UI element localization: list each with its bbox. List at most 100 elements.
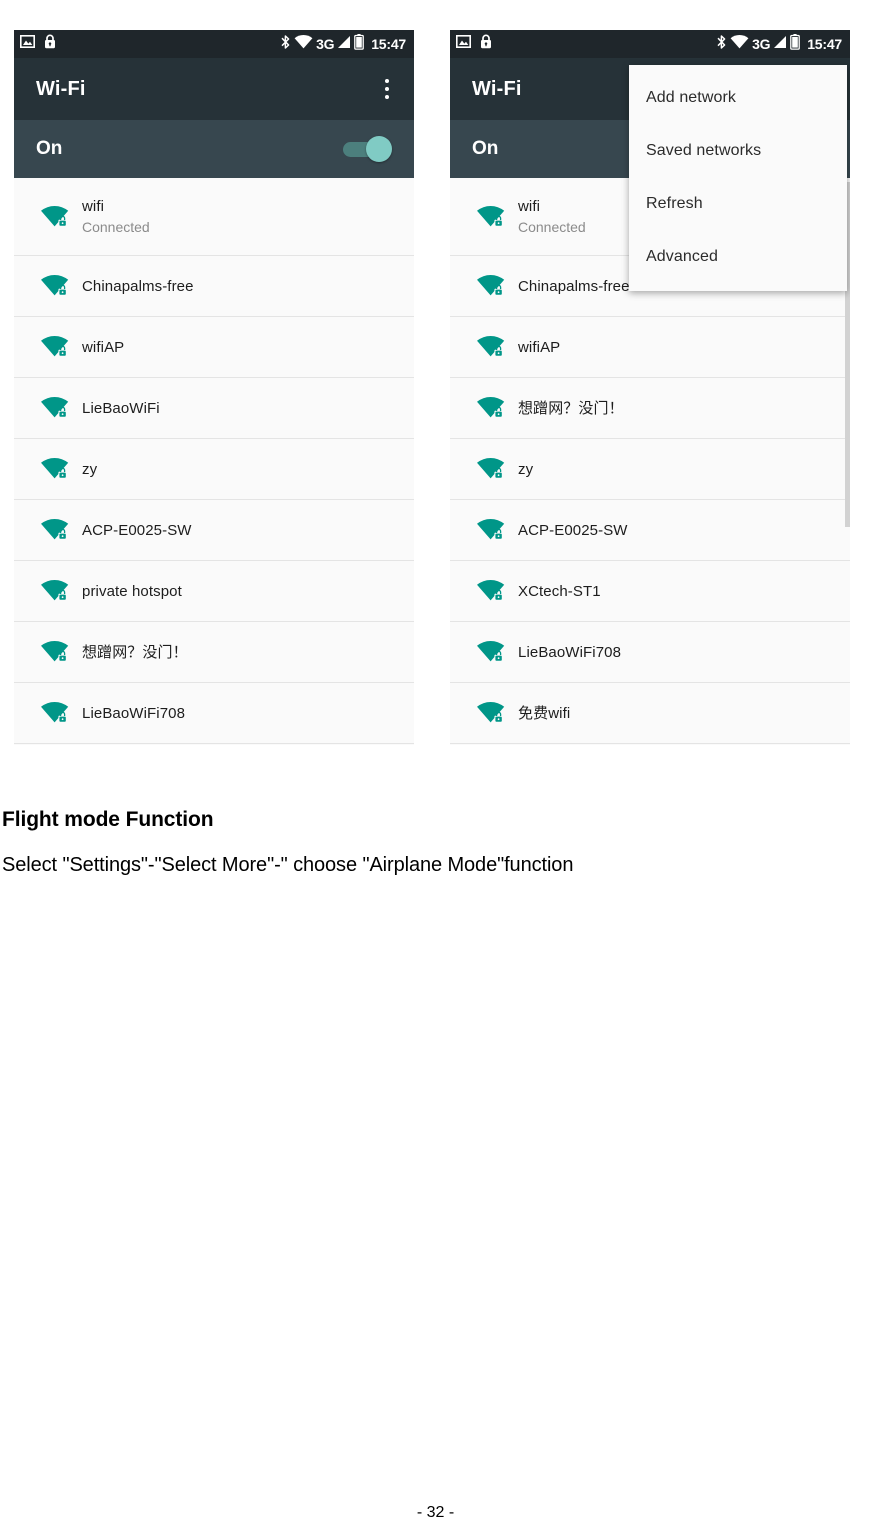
wifi-secured-icon bbox=[28, 205, 82, 229]
network-text: zy bbox=[82, 460, 97, 479]
wifi-secured-icon bbox=[28, 274, 82, 298]
network-list-item[interactable]: private hotspot bbox=[14, 561, 414, 622]
network-text: ACP-E0025-SW bbox=[82, 521, 192, 540]
status-bar-left-icons bbox=[20, 34, 56, 54]
bluetooth-icon bbox=[716, 34, 727, 55]
section-heading: Flight mode Function bbox=[2, 808, 214, 831]
wifi-secured-icon bbox=[28, 396, 82, 420]
network-list-item[interactable]: wifi Connected bbox=[14, 178, 414, 256]
page-title: Wi-Fi bbox=[472, 77, 522, 100]
network-ssid: ACP-E0025-SW bbox=[82, 521, 192, 539]
lock-icon bbox=[44, 34, 56, 54]
status-bar-left-icons bbox=[456, 34, 492, 54]
network-ssid: Chinapalms-free bbox=[518, 277, 630, 295]
page-number-footer: - 32 - bbox=[416, 1504, 455, 1521]
network-list-item[interactable]: LieBaoWiFi708 bbox=[14, 683, 414, 744]
network-list-item[interactable]: Chinapalms-free bbox=[14, 256, 414, 317]
network-ssid: private hotspot bbox=[82, 582, 182, 600]
network-list-item[interactable]: zy bbox=[14, 439, 414, 500]
network-text: wifi Connected bbox=[82, 197, 150, 237]
wifi-secured-icon bbox=[28, 701, 82, 725]
network-list-item[interactable]: ACP-E0025-SW bbox=[14, 500, 414, 561]
network-ssid: 想蹭网？没门！ bbox=[82, 643, 188, 661]
network-list-item[interactable]: ACP-E0025-SW bbox=[450, 500, 850, 561]
wifi-toggle-row[interactable]: On bbox=[14, 120, 414, 178]
network-ssid: zy bbox=[82, 460, 98, 478]
network-text: LieBaoWiFi bbox=[82, 399, 160, 418]
network-ssid: LieBaoWiFi bbox=[82, 399, 160, 417]
network-ssid: 想蹭网？没门！ bbox=[518, 399, 624, 417]
battery-icon bbox=[790, 33, 801, 55]
overflow-dropdown-menu[interactable]: Add network Saved networks Refresh Advanced bbox=[629, 65, 847, 291]
page-title: Wi-Fi bbox=[36, 77, 86, 100]
wifi-icon bbox=[294, 34, 313, 54]
network-ssid: LieBaoWiFi708 bbox=[518, 643, 622, 661]
signal-icon bbox=[773, 35, 787, 54]
network-ssid: XCtech-ST1 bbox=[518, 582, 601, 600]
image-icon bbox=[20, 35, 35, 53]
network-list-item[interactable]: LieBaoWiFi bbox=[14, 378, 414, 439]
network-list-item[interactable]: LieBaoWiFi708 bbox=[450, 622, 850, 683]
network-type-label: 3G bbox=[316, 36, 335, 52]
wifi-secured-icon bbox=[28, 579, 82, 603]
network-text: LieBaoWiFi708 bbox=[82, 704, 185, 723]
wifi-secured-icon bbox=[464, 274, 518, 298]
network-list-item[interactable]: zy bbox=[450, 439, 850, 500]
wifi-secured-icon bbox=[28, 518, 82, 542]
network-text: LieBaoWiFi708 bbox=[518, 643, 621, 662]
network-status: Connected bbox=[518, 218, 586, 235]
network-text: 想蹭网？没门！ bbox=[82, 643, 188, 662]
network-text: wifi Connected bbox=[518, 197, 586, 237]
network-status: Connected bbox=[82, 218, 150, 235]
network-ssid: wifiAP bbox=[518, 338, 561, 356]
network-ssid: wifi bbox=[518, 197, 541, 215]
app-bar: Wi-Fi bbox=[14, 58, 414, 120]
network-text: private hotspot bbox=[82, 582, 182, 601]
network-text: wifiAP bbox=[82, 338, 124, 357]
status-bar-right-icons: 3G 15:47 bbox=[716, 33, 842, 55]
switch-thumb bbox=[366, 136, 392, 162]
clock-label: 15:47 bbox=[807, 36, 842, 52]
network-text: XCtech-ST1 bbox=[518, 582, 601, 601]
network-list-item[interactable]: 想蹭网？没门！ bbox=[450, 378, 850, 439]
wifi-secured-icon bbox=[464, 457, 518, 481]
network-list-item[interactable]: 免费wifi bbox=[450, 683, 850, 744]
overflow-menu-icon[interactable] bbox=[376, 72, 398, 106]
network-text: zy bbox=[518, 460, 533, 479]
overflow-menu-item[interactable]: Saved networks bbox=[629, 124, 847, 177]
wifi-icon bbox=[730, 34, 749, 54]
wifi-secured-icon bbox=[464, 579, 518, 603]
network-list-item[interactable]: wifiAP bbox=[14, 317, 414, 378]
network-ssid: ACP-E0025-SW bbox=[518, 521, 628, 539]
network-text: Chinapalms-free bbox=[518, 277, 630, 296]
network-list-item[interactable]: 想蹭网？没门！ bbox=[14, 622, 414, 683]
network-ssid: LieBaoWiFi708 bbox=[82, 704, 186, 722]
network-text: wifiAP bbox=[518, 338, 560, 357]
overflow-menu-item[interactable]: Refresh bbox=[629, 177, 847, 230]
overflow-menu-item[interactable]: Add network bbox=[629, 71, 847, 124]
battery-icon bbox=[354, 33, 365, 55]
network-text: 免费wifi bbox=[518, 704, 570, 723]
status-bar: 3G 15:47 bbox=[450, 30, 850, 58]
wifi-secured-icon bbox=[28, 457, 82, 481]
section-paragraph: Select "Settings"-"Select More"-" choose… bbox=[2, 854, 574, 876]
network-list-left[interactable]: wifi Connected Chinapalms-free wifiAP LieBao… bbox=[14, 178, 414, 744]
network-type-label: 3G bbox=[752, 36, 771, 52]
wifi-secured-icon bbox=[464, 335, 518, 359]
wifi-toggle-label: On bbox=[36, 138, 63, 159]
network-list-item[interactable]: wifiAP bbox=[450, 317, 850, 378]
network-ssid: wifiAP bbox=[82, 338, 125, 356]
status-bar-right-icons: 3G 15:47 bbox=[280, 33, 406, 55]
phone-screenshot-left: 3G 15:47 Wi-Fi On wifi Connected Chinapa… bbox=[14, 30, 414, 745]
network-ssid: wifi bbox=[82, 197, 105, 215]
wifi-secured-icon bbox=[28, 640, 82, 664]
network-ssid: 免费wifi bbox=[518, 704, 571, 722]
wifi-secured-icon bbox=[464, 518, 518, 542]
network-ssid: zy bbox=[518, 460, 534, 478]
wifi-toggle-switch[interactable] bbox=[342, 135, 394, 163]
signal-icon bbox=[337, 35, 351, 54]
network-list-item[interactable]: XCtech-ST1 bbox=[450, 561, 850, 622]
overflow-menu-item[interactable]: Advanced bbox=[629, 230, 847, 283]
clock-label: 15:47 bbox=[371, 36, 406, 52]
network-text: ACP-E0025-SW bbox=[518, 521, 628, 540]
